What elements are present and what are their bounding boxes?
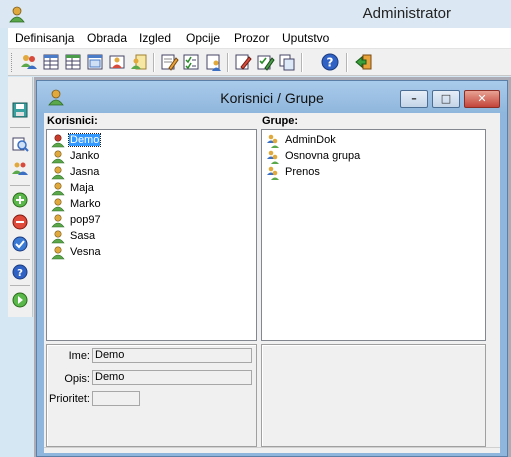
group-name: AdminDok [285,134,336,146]
svg-text:?: ? [327,56,334,70]
user-icon [51,245,65,260]
app-title: Administrator [362,5,451,22]
user-icon [51,181,65,196]
user-name: Demo [67,133,102,147]
save-icon[interactable] [11,101,29,119]
add-icon[interactable] [11,191,29,209]
table-icon[interactable] [41,52,61,72]
user-name: Janko [70,150,100,162]
edit-document-icon[interactable] [159,52,179,72]
group-name: Osnovna grupa [285,150,361,162]
app-titlebar[interactable]: Administrator [0,0,511,28]
form-icon[interactable] [85,52,105,72]
user-name: Jasna [70,166,100,178]
user-name: Vesna [70,246,101,258]
side-toolbar: ? [8,77,33,317]
maximize-icon: □ [440,92,452,105]
prioritet-label: Prioritet: [49,393,90,405]
opis-field[interactable]: Demo [92,370,252,385]
user-icon [51,229,65,244]
close-icon: ✕ [477,92,487,105]
table-edit-icon[interactable] [63,52,83,72]
user-name: Maja [70,182,94,194]
toolbar-separator [227,53,228,72]
toolbar-separator [301,53,302,72]
user-icon [51,165,65,180]
status-bar [44,447,500,453]
user-card-icon[interactable] [107,52,127,72]
user-icon [51,133,65,148]
user-details-panel: Ime: Demo Opis: Demo Prioritet: [46,344,257,447]
group-details-panel [261,344,486,447]
groups-label: Grupe: [262,115,299,127]
prioritet-field[interactable] [92,391,140,406]
window-client-area: Korisnici: Grupe: Demo Janko Jasna Maja [44,113,500,453]
menu-izgled[interactable]: Izgled [139,31,171,45]
opis-label: Opis: [64,373,90,385]
minimize-button[interactable]: – [400,90,428,108]
copy-icon[interactable] [277,52,297,72]
toolbar-separator [10,127,30,128]
user-document-icon[interactable] [129,52,149,72]
group-icon [266,133,280,148]
exit-icon[interactable] [354,52,374,72]
toolbar-separator [10,259,30,260]
menu-prozor[interactable]: Prozor [234,31,269,45]
toolbar-separator [10,285,30,286]
toolbar-separator [346,53,347,72]
checklist-icon[interactable] [181,52,201,72]
ime-field[interactable]: Demo [92,348,252,363]
group-icon [266,149,280,164]
preview-icon[interactable] [11,135,29,153]
user-icon [51,197,65,212]
menu-obrada[interactable]: Obrada [87,31,127,45]
users-label: Korisnici: [47,115,98,127]
menu-bar: Definisanja Obrada Izgled Opcije Prozor … [8,28,511,49]
users-listbox[interactable]: Demo Janko Jasna Maja Marko pop97 Sasa V… [46,129,257,341]
minimize-icon: – [411,92,417,105]
toolbar-separator [153,53,154,72]
menu-definisanja[interactable]: Definisanja [15,31,74,45]
user-name: pop97 [70,214,101,226]
help-icon[interactable]: ? [11,263,29,281]
people-icon[interactable] [11,159,29,177]
toolbar-separator [10,185,30,186]
groups-listbox[interactable]: AdminDok Osnovna grupa Prenos [261,129,486,341]
window-titlebar[interactable]: Korisnici / Grupe – □ ✕ [37,81,507,113]
main-toolbar: ? [8,49,511,76]
group-icon [266,165,280,180]
help-icon[interactable]: ? [320,52,340,72]
user-icon [51,213,65,228]
svg-text:?: ? [17,268,23,279]
remove-icon[interactable] [11,213,29,231]
maximize-button[interactable]: □ [432,90,460,108]
ime-label: Ime: [68,350,90,362]
close-button[interactable]: ✕ [464,90,500,108]
users-icon[interactable] [19,52,39,72]
next-icon[interactable] [11,291,29,309]
confirm-icon[interactable] [11,235,29,253]
menu-uputstvo[interactable]: Uputstvo [282,31,329,45]
checklist-edit-icon[interactable] [255,52,275,72]
menu-opcije[interactable]: Opcije [186,31,220,45]
user-icon [51,149,65,164]
user-name: Sasa [70,230,96,242]
group-name: Prenos [285,166,320,178]
user-edit-icon[interactable] [203,52,223,72]
users-groups-window: Korisnici / Grupe – □ ✕ Korisnici: Grupe… [36,80,508,457]
user-name: Marko [70,198,101,210]
edit-pencil-icon[interactable] [233,52,253,72]
toolbar-grip[interactable] [11,53,14,72]
